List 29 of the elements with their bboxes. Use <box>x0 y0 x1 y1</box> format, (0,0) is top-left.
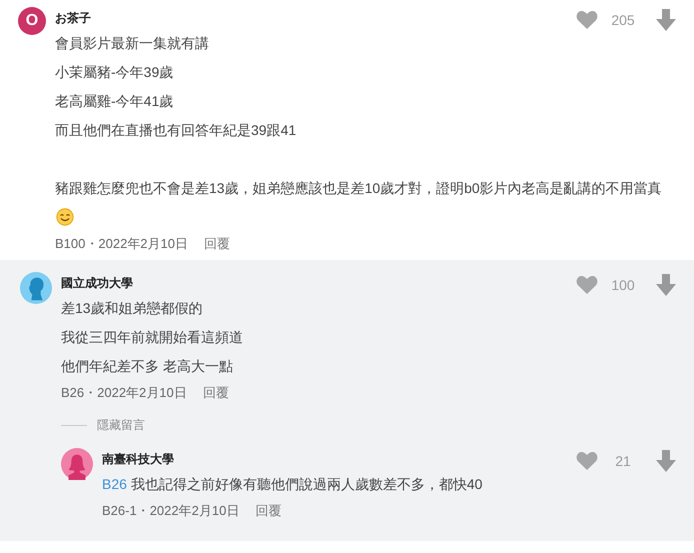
author-name: お茶子 <box>55 10 92 27</box>
comment-text: 會員影片最新一集就有講 <box>55 34 210 53</box>
comment-text: B26 我也記得之前好像有聽他們說過兩人歲數差不多，都快40 <box>102 475 484 494</box>
comment-text: 而且他們在直播也有回答年紀是39跟41 <box>55 121 298 140</box>
comment-text: 差13歲和姐弟戀都假的 <box>61 299 204 318</box>
down-arrow-icon[interactable] <box>656 450 676 472</box>
comment-text: 老高屬雞-今年41歲 <box>55 92 174 111</box>
floor-date: B26-1・2022年2月10日 <box>102 502 240 520</box>
comment-text: 我從三四年前就開始看這頻道 <box>61 328 244 347</box>
heart-icon[interactable] <box>576 275 598 295</box>
floor-date: B26・2022年2月10日 <box>61 384 187 402</box>
author-name: 國立成功大學 <box>61 275 134 292</box>
down-arrow-icon[interactable] <box>656 274 676 296</box>
like-count: 100 <box>610 277 636 293</box>
reply-link[interactable]: 回覆 <box>204 234 230 254</box>
author-name: 南臺科技大學 <box>102 451 175 468</box>
like-count: 21 <box>614 453 632 469</box>
like-count: 205 <box>610 12 636 28</box>
comment-text: 小茉屬豬-今年39歲 <box>55 63 174 82</box>
hide-replies-link[interactable]: 隱藏留言 <box>97 417 145 434</box>
floor-date: B100・2022年2月10日 <box>55 235 188 253</box>
down-arrow-icon[interactable] <box>656 9 676 31</box>
avatar: O <box>18 7 46 35</box>
heart-icon[interactable] <box>576 451 598 471</box>
comment-text: 他們年紀差不多 老高大一點 <box>61 357 234 376</box>
reply-link[interactable]: 回覆 <box>202 383 229 403</box>
reply-link[interactable]: 回覆 <box>255 501 282 521</box>
heart-icon[interactable] <box>576 10 598 30</box>
comment-text: 豬跟雞怎麼兜也不會是差13歲，姐弟戀應該也是差10歲才對，證明b0影片內老高是亂講的不用當真 <box>55 174 665 232</box>
